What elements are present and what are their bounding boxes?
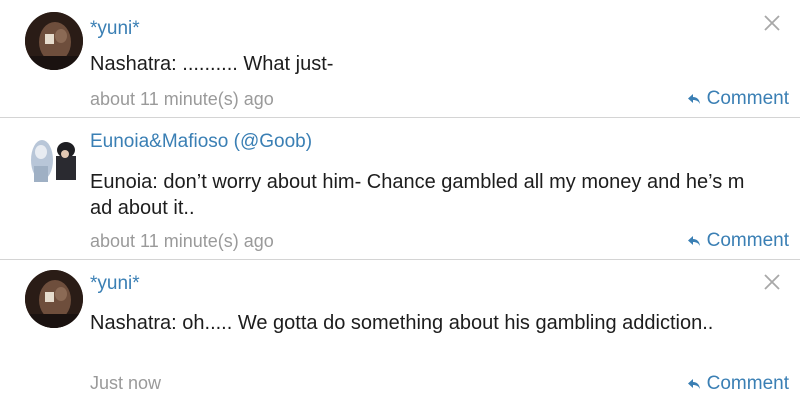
comment-reply-button[interactable]: Comment [687, 230, 789, 252]
comment-timestamp: about 11 minute(s) ago [90, 231, 274, 251]
avatar-image [25, 270, 83, 328]
reply-arrow-icon [687, 94, 700, 104]
reply-arrow-icon [687, 236, 700, 246]
comment-reply-button[interactable]: Comment [687, 373, 789, 395]
avatar[interactable] [25, 132, 83, 190]
comment-timestamp: Just now [90, 373, 162, 393]
comment-reply-label: Comment [706, 373, 789, 394]
avatar[interactable] [25, 270, 83, 328]
avatar[interactable] [25, 12, 83, 70]
comment-username[interactable]: Eunoia&Mafioso (@Goob) [90, 131, 312, 153]
avatar-image [25, 132, 83, 190]
reply-arrow-icon [687, 379, 700, 389]
avatar-image [25, 12, 83, 70]
close-icon [764, 274, 780, 290]
comment-username[interactable]: *yuni* [90, 18, 140, 40]
close-icon [764, 15, 780, 31]
comment-item: Eunoia&Mafioso (@Goob) Eunoia: don’t wor… [0, 118, 807, 259]
comment-username[interactable]: *yuni* [90, 273, 140, 295]
comment-reply-button[interactable]: Comment [687, 88, 789, 110]
comment-reply-label: Comment [706, 88, 789, 109]
close-button[interactable] [762, 272, 782, 292]
comment-item: *yuni* Nashatra: oh..... We gotta do som… [0, 260, 807, 403]
comment-item: *yuni* Nashatra: .......... What just- a… [0, 0, 807, 117]
comment-reply-label: Comment [706, 230, 789, 251]
comment-timestamp: about 11 minute(s) ago [90, 89, 274, 109]
comment-text: Eunoia: don’t worry about him- Chance ga… [90, 171, 745, 219]
comment-text: Nashatra: .......... What just- [90, 53, 334, 75]
close-button[interactable] [762, 13, 782, 33]
comment-text: Nashatra: oh..... We gotta do something … [90, 312, 714, 334]
